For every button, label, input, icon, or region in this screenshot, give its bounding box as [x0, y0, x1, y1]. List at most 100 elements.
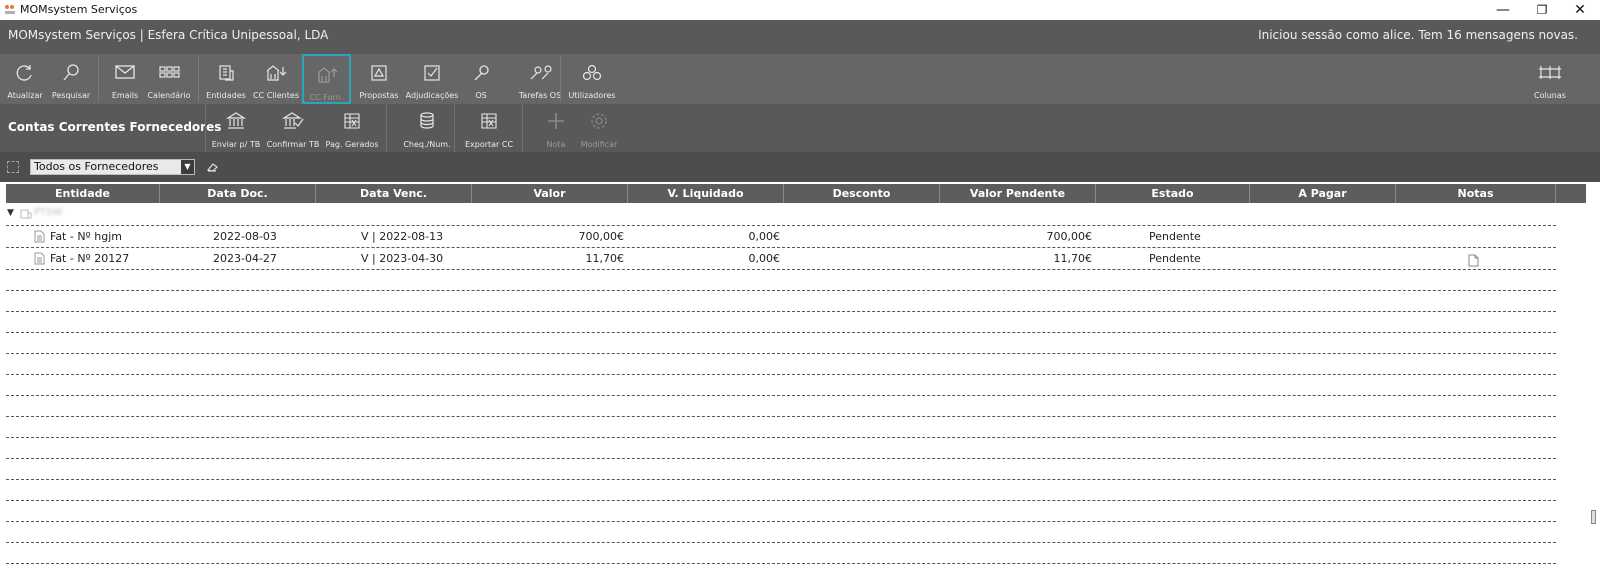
row-divider	[6, 311, 1556, 312]
row-divider	[6, 395, 1556, 396]
column-header-desconto[interactable]: Desconto	[784, 184, 940, 203]
column-header-entidade[interactable]: Entidade	[6, 184, 160, 203]
row-divider	[6, 416, 1556, 417]
cell-estado: Pendente	[1149, 230, 1201, 243]
modify-button[interactable]: Modificar	[574, 104, 624, 152]
refresh-button[interactable]: Atualizar	[4, 54, 46, 104]
supplier-group-name: PTSW	[34, 207, 63, 218]
cell-v-liquidado: 0,00€	[748, 252, 781, 265]
column-header-a-pagar[interactable]: A Pagar	[1250, 184, 1396, 203]
supplier-filter-select[interactable]: Todos os Fornecedores ▼	[30, 159, 195, 175]
os-button[interactable]: OS	[466, 54, 496, 104]
cc-clients-icon	[266, 65, 287, 81]
excel-icon	[344, 113, 360, 129]
row-divider	[6, 563, 1556, 564]
cell-data-doc: 2022-08-03	[213, 230, 277, 243]
row-divider	[6, 269, 1556, 270]
row-divider	[6, 332, 1556, 333]
chevron-down-icon[interactable]: ▼	[181, 160, 194, 174]
cheques-button[interactable]: Cheq./Num.	[398, 104, 456, 152]
note-document-icon[interactable]	[1468, 254, 1479, 267]
row-divider	[6, 290, 1556, 291]
window-title: MOMsystem Serviços	[20, 3, 138, 16]
row-divider	[6, 479, 1556, 480]
document-icon	[34, 252, 45, 265]
toolbar-divider	[205, 104, 206, 152]
awards-icon	[424, 65, 440, 81]
tasks-os-button[interactable]: Tarefas OS	[514, 54, 566, 104]
close-button[interactable]: ✕	[1557, 0, 1600, 20]
column-header-notas[interactable]: Notas	[1396, 184, 1556, 203]
cc-suppliers-icon	[317, 67, 337, 83]
app-header: MOMsystem Serviços | Esfera Crítica Unip…	[0, 20, 1600, 54]
cell-data-venc: V | 2022-08-13	[361, 230, 444, 243]
row-divider	[6, 500, 1556, 501]
calendar-icon	[159, 66, 180, 78]
collapse-triangle-icon[interactable]: ▼	[7, 208, 14, 218]
session-info[interactable]: Iniciou sessão como alice. Tem 16 mensag…	[1258, 28, 1578, 42]
cell-data-venc: V | 2023-04-30	[361, 252, 444, 265]
row-divider	[6, 374, 1556, 375]
row-divider	[6, 437, 1556, 438]
toolbar-divider	[454, 104, 455, 152]
column-header-estado[interactable]: Estado	[1096, 184, 1250, 203]
proposals-icon	[371, 65, 387, 81]
export-excel-icon	[481, 113, 497, 129]
tasks-icon	[530, 65, 552, 80]
proposals-button[interactable]: Propostas	[356, 54, 402, 104]
app-logo-icon	[5, 5, 15, 14]
supplier-filter-value: Todos os Fornecedores	[34, 160, 159, 173]
main-toolbar: Atualizar Pesquisar Emails Calendário En…	[0, 54, 1600, 104]
row-divider	[6, 542, 1556, 543]
bank-icon	[226, 112, 246, 129]
cell-valor: 700,00€	[578, 230, 625, 243]
eraser-icon[interactable]	[206, 161, 218, 173]
cell-estado: Pendente	[1149, 252, 1201, 265]
entities-icon	[219, 65, 234, 81]
cell-entidade: Fat - Nº hgjm	[50, 230, 122, 243]
send-to-tb-button[interactable]: Enviar p/ TB	[210, 104, 262, 152]
entities-button[interactable]: Entidades	[204, 54, 248, 104]
vertical-scrollbar[interactable]	[1591, 510, 1596, 524]
cc-clients-button[interactable]: CC Clientes	[252, 54, 300, 104]
entity-icon	[20, 209, 32, 219]
toolbar-divider	[386, 104, 387, 152]
calendar-button[interactable]: Calendário	[146, 54, 192, 104]
cc-suppliers-button[interactable]: CC Forn.	[302, 54, 351, 104]
toolbar-divider	[198, 56, 199, 102]
section-toolbar: Contas Correntes Fornecedores Enviar p/ …	[0, 104, 1600, 152]
column-header-valor[interactable]: Valor	[472, 184, 628, 203]
column-header-v-liquidado[interactable]: V. Liquidado	[628, 184, 784, 203]
export-cc-button[interactable]: Exportar CC	[460, 104, 518, 152]
cell-valor: 11,70€	[585, 252, 625, 265]
section-title: Contas Correntes Fornecedores	[8, 120, 222, 134]
table-row[interactable]: Fat - Nº hgjm 2022-08-03 V | 2022-08-13 …	[6, 226, 1586, 247]
columns-button[interactable]: Colunas	[1530, 54, 1570, 104]
cell-data-doc: 2023-04-27	[213, 252, 277, 265]
toolbar-divider	[98, 56, 99, 102]
column-header-valor-pendente[interactable]: Valor Pendente	[940, 184, 1096, 203]
cell-valor-pendente: 11,70€	[1053, 252, 1093, 265]
database-icon	[420, 112, 434, 129]
bank-check-icon	[282, 112, 304, 129]
payments-generated-button[interactable]: Pag. Gerados	[324, 104, 380, 152]
wrench-icon	[474, 65, 489, 81]
document-icon	[34, 230, 45, 243]
cell-valor-pendente: 700,00€	[1046, 230, 1093, 243]
supplier-group-row[interactable]: ▼ PTSW	[6, 206, 1586, 224]
table-row[interactable]: Fat - Nº 20127 2023-04-27 V | 2023-04-30…	[6, 248, 1586, 269]
filter-bar: Todos os Fornecedores ▼	[0, 152, 1600, 182]
search-button[interactable]: Pesquisar	[48, 54, 94, 104]
emails-button[interactable]: Emails	[104, 54, 146, 104]
gear-icon	[591, 113, 607, 129]
cell-v-liquidado: 0,00€	[748, 230, 781, 243]
search-icon	[63, 64, 79, 81]
column-header-data-doc[interactable]: Data Doc.	[160, 184, 316, 203]
columns-icon	[1539, 66, 1561, 79]
select-all-icon[interactable]	[7, 161, 19, 173]
awards-button[interactable]: Adjudicações	[404, 54, 460, 104]
confirm-tb-button[interactable]: Confirmar TB	[266, 104, 320, 152]
users-button[interactable]: Utilizadores	[566, 54, 618, 104]
row-divider	[6, 521, 1556, 522]
column-header-data-venc[interactable]: Data Venc.	[316, 184, 472, 203]
